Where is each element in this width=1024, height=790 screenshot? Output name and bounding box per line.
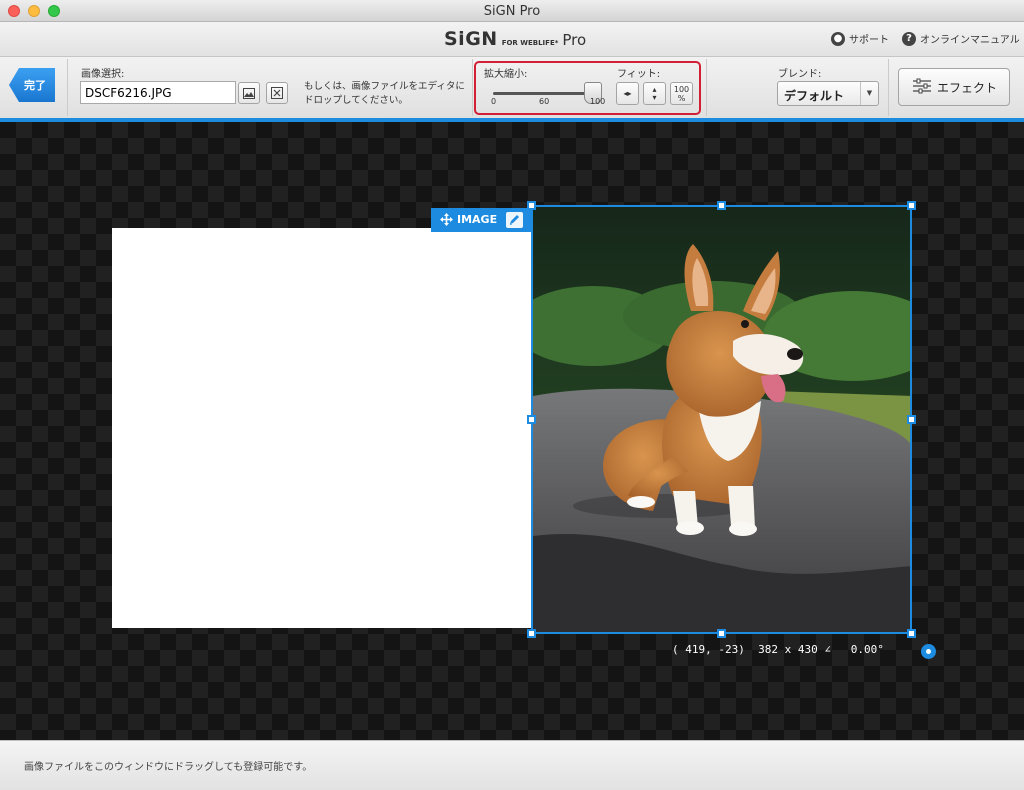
selection-box[interactable] xyxy=(531,205,912,634)
app-logo: SiGN FOR WEBLIFE* Pro xyxy=(444,28,586,52)
logo-for-text: FOR WEBLIFE* xyxy=(501,39,559,47)
blend-value: デフォルト xyxy=(784,89,845,103)
zoom-label: 拡大縮小: xyxy=(484,69,528,80)
title-bar: SiGN Pro xyxy=(0,0,1024,22)
artboard[interactable] xyxy=(112,228,532,628)
drop-hint-text: もしくは、画像ファイルをエディタにドロップしてください。 xyxy=(304,81,465,106)
image-file-field[interactable] xyxy=(80,81,236,104)
status-text: 画像ファイルをこのウィンドウにドラッグしても登録可能です。 xyxy=(24,762,313,773)
fit-height-icon: ▴ ▾ xyxy=(652,84,657,102)
rotate-handle-dot xyxy=(926,649,931,654)
resize-handle-left[interactable] xyxy=(527,415,536,424)
manual-label: オンラインマニュアル xyxy=(920,35,1020,46)
app-header: SiGN FOR WEBLIFE* Pro ● サポート ? オンラインマニュアル xyxy=(0,22,1024,57)
resize-handle-bottom[interactable] xyxy=(717,629,726,638)
blend-select[interactable]: デフォルト ▼ xyxy=(777,81,879,106)
image-layer-tag[interactable]: IMAGE xyxy=(431,208,532,232)
zoom-tick-min: 0 xyxy=(491,97,497,106)
fit-height-button[interactable]: ▴ ▾ xyxy=(643,82,666,105)
toolbar-divider xyxy=(472,59,473,116)
resize-handle-top[interactable] xyxy=(717,201,726,210)
logo-pro-text: Pro xyxy=(562,31,587,49)
support-label: サポート xyxy=(849,35,889,46)
help-icon: ? xyxy=(902,31,916,46)
image-select-label: 画像選択: xyxy=(81,69,125,80)
fit-label: フィット: xyxy=(617,69,661,80)
window-title: SiGN Pro xyxy=(483,4,541,19)
picture-icon xyxy=(243,88,255,99)
toolbar-divider xyxy=(706,59,707,116)
effect-button[interactable]: エフェクト xyxy=(898,68,1010,106)
blend-label: ブレンド: xyxy=(778,69,822,80)
clear-icon xyxy=(271,87,283,99)
effect-label: エフェクト xyxy=(937,81,998,95)
zoom-tick-max: 100 xyxy=(590,97,606,106)
zoom-tick-mid: 60 xyxy=(539,97,550,106)
toolbar-divider xyxy=(888,59,889,116)
move-icon xyxy=(440,213,453,226)
dropdown-arrow-icon: ▼ xyxy=(860,82,878,105)
status-bar: 画像ファイルをこのウィンドウにドラッグしても登録可能です。 xyxy=(0,740,1024,790)
sliders-icon xyxy=(913,78,931,94)
resize-handle-bottom-left[interactable] xyxy=(527,629,536,638)
resize-handle-right[interactable] xyxy=(907,415,916,424)
actual-size-button[interactable]: 100 % xyxy=(670,82,693,105)
user-icon: ● xyxy=(831,31,845,46)
edit-layer-button[interactable] xyxy=(506,212,523,228)
fit-width-button[interactable]: ◂▸ xyxy=(616,82,639,105)
actual-size-label: 100 % xyxy=(673,84,690,103)
resize-handle-top-right[interactable] xyxy=(907,201,916,210)
browse-image-button[interactable] xyxy=(238,82,260,104)
image-tag-label: IMAGE xyxy=(457,213,498,226)
online-manual-link[interactable]: ? オンラインマニュアル xyxy=(902,31,1020,46)
toolbar-divider xyxy=(67,59,68,116)
resize-handle-bottom-right[interactable] xyxy=(907,629,916,638)
pencil-icon xyxy=(510,215,519,225)
support-link[interactable]: ● サポート xyxy=(831,31,889,46)
done-label: 完了 xyxy=(24,79,46,92)
logo-main-text: SiGN xyxy=(444,28,498,50)
rotate-handle[interactable] xyxy=(921,644,936,659)
fit-width-icon: ◂▸ xyxy=(623,89,632,98)
clear-image-button[interactable] xyxy=(266,82,288,104)
transform-readout: ( 419, -23) 382 x 430 ∠ 0.00° xyxy=(672,643,884,656)
